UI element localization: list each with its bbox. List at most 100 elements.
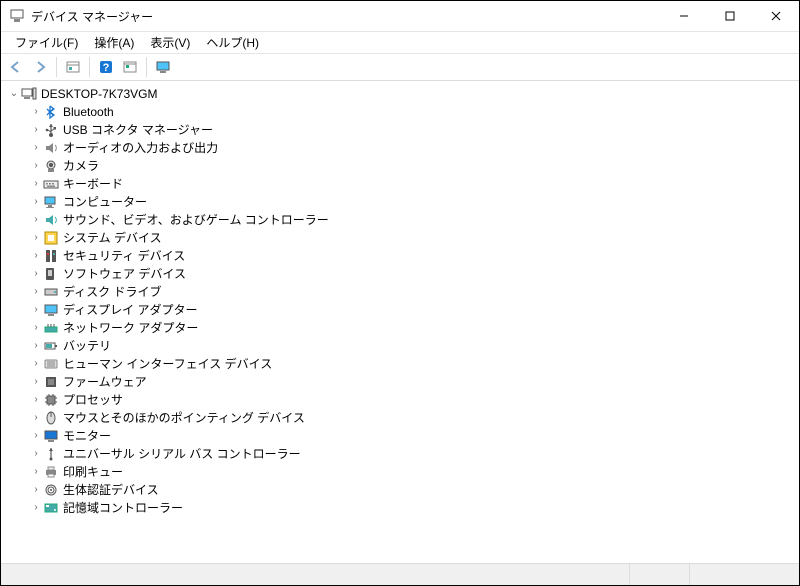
expand-icon[interactable]: › [29,121,43,139]
tree-item[interactable]: ›システム デバイス [5,229,799,247]
expand-icon[interactable]: › [29,211,43,229]
tree-item-label: キーボード [63,175,123,193]
sound-icon [43,212,59,228]
collapse-icon[interactable]: ⌄ [7,85,21,103]
hid-icon [43,356,59,372]
cpu-icon [43,392,59,408]
tree-item[interactable]: ›生体認証デバイス [5,481,799,499]
tree-item[interactable]: ›Bluetooth [5,103,799,121]
menu-action[interactable]: 操作(A) [86,32,142,53]
tree-item[interactable]: › ディスプレイ アダプター [5,301,799,319]
menu-bar: ファイル(F) 操作(A) 表示(V) ヘルプ(H) [1,31,799,53]
tree-item-label: 印刷キュー [63,463,123,481]
menu-help[interactable]: ヘルプ(H) [198,32,267,53]
tree-root-label: DESKTOP-7K73VGM [41,85,157,103]
expand-icon[interactable]: › [29,373,43,391]
tree-item-label: マウスとそのほかのポインティング デバイス [63,409,305,427]
toolbar: ? [1,53,799,81]
app-icon [9,8,25,24]
display-icon [43,302,59,318]
network-icon [43,320,59,336]
tree-item-label: カメラ [63,157,99,175]
tree-item-label: ネットワーク アダプター [63,319,198,337]
tree-item[interactable]: ›コンピューター [5,193,799,211]
pc-icon [43,194,59,210]
tree-item[interactable]: › マウスとそのほかのポインティング デバイス [5,409,799,427]
tree-item[interactable]: › 印刷キュー [5,463,799,481]
tree-item[interactable]: › ユニバーサル シリアル バス コントローラー [5,445,799,463]
expand-icon[interactable]: › [29,247,43,265]
expand-icon[interactable]: › [29,301,43,319]
expand-icon[interactable]: › [29,409,43,427]
expand-icon[interactable]: › [29,481,43,499]
tree-item[interactable]: › ソフトウェア デバイス [5,265,799,283]
firmware-icon [43,374,59,390]
menu-file[interactable]: ファイル(F) [7,32,86,53]
expand-icon[interactable]: › [29,229,43,247]
expand-icon[interactable]: › [29,193,43,211]
usbctrl-icon [43,446,59,462]
expand-icon[interactable]: › [29,283,43,301]
close-button[interactable] [753,1,799,31]
expand-icon[interactable]: › [29,499,43,517]
biometric-icon [43,482,59,498]
expand-icon[interactable]: › [29,445,43,463]
tree-item[interactable]: ›ヒューマン インターフェイス デバイス [5,355,799,373]
tree-item-label: USB コネクタ マネージャー [63,121,213,139]
expand-icon[interactable]: › [29,427,43,445]
device-tree[interactable]: ⌄DESKTOP-7K73VGM›Bluetooth›USB コネクタ マネージ… [1,81,799,563]
expand-icon[interactable]: › [29,157,43,175]
computer-icon [21,86,37,102]
tree-item[interactable]: › カメラ [5,157,799,175]
tree-item[interactable]: ›プロセッサ [5,391,799,409]
expand-icon[interactable]: › [29,337,43,355]
tree-item[interactable]: ›ファームウェア [5,373,799,391]
tree-item[interactable]: › USB コネクタ マネージャー [5,121,799,139]
toolbar-separator [56,57,57,77]
tree-item[interactable]: ›バッテリ [5,337,799,355]
tree-item-label: オーディオの入力および出力 [63,139,218,157]
tree-item[interactable]: › オーディオの入力および出力 [5,139,799,157]
tree-item-label: ユニバーサル シリアル バス コントローラー [63,445,301,463]
tree-item-label: ディスク ドライブ [63,283,162,301]
tree-root[interactable]: ⌄ DESKTOP-7K73VGM [5,85,799,103]
expand-icon[interactable]: › [29,391,43,409]
expand-icon[interactable]: › [29,319,43,337]
tree-item[interactable]: › ネットワーク アダプター [5,319,799,337]
toolbar-help-button[interactable]: ? [95,56,117,78]
status-bar [1,563,799,585]
maximize-button[interactable] [707,1,753,31]
toolbar-forward-button[interactable] [29,56,51,78]
printer-icon [43,464,59,480]
toolbar-properties-button[interactable] [119,56,141,78]
menu-view[interactable]: 表示(V) [142,32,198,53]
expand-icon[interactable]: › [29,175,43,193]
tree-item[interactable]: › ディスク ドライブ [5,283,799,301]
title-bar: デバイス マネージャー [1,1,799,31]
tree-item-label: ソフトウェア デバイス [63,265,186,283]
toolbar-monitor-button[interactable] [152,56,174,78]
tree-item-label: セキュリティ デバイス [63,247,185,265]
usb-icon [43,122,59,138]
storage-icon [43,500,59,516]
security-icon [43,248,59,264]
tree-item[interactable]: › サウンド、ビデオ、およびゲーム コントローラー [5,211,799,229]
expand-icon[interactable]: › [29,463,43,481]
expand-icon[interactable]: › [29,103,43,121]
toolbar-back-button[interactable] [5,56,27,78]
keyboard-icon [43,176,59,192]
tree-item[interactable]: › キーボード [5,175,799,193]
tree-item-label: サウンド、ビデオ、およびゲーム コントローラー [63,211,329,229]
minimize-button[interactable] [661,1,707,31]
expand-icon[interactable]: › [29,355,43,373]
tree-item-label: ディスプレイ アダプター [63,301,198,319]
bluetooth-icon [43,104,59,120]
expand-icon[interactable]: › [29,265,43,283]
expand-icon[interactable]: › [29,139,43,157]
tree-item[interactable]: › セキュリティ デバイス [5,247,799,265]
mouse-icon [43,410,59,426]
toolbar-showhidden-button[interactable] [62,56,84,78]
tree-item[interactable]: ›記憶域コントローラー [5,499,799,517]
status-segment [689,564,799,585]
tree-item[interactable]: ›モニター [5,427,799,445]
